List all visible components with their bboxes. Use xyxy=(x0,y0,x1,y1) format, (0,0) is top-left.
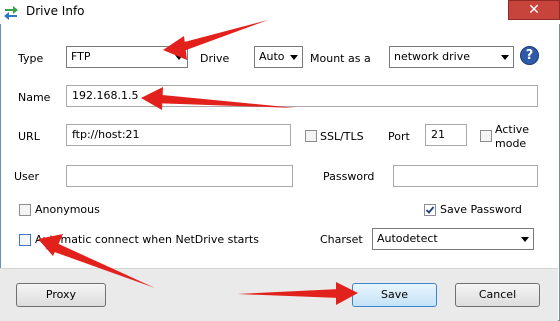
password-label: Password xyxy=(323,170,375,183)
mount-as-select-value: network drive xyxy=(394,50,471,63)
url-field[interactable]: ftp://host:21 xyxy=(66,124,291,146)
password-field[interactable] xyxy=(393,165,538,187)
help-icon[interactable]: ? xyxy=(520,46,539,65)
name-field[interactable]: 192.168.1.5 xyxy=(66,85,538,107)
user-label: User xyxy=(14,170,40,183)
window-title: Drive Info xyxy=(26,4,85,18)
type-select[interactable]: FTP xyxy=(66,46,188,68)
charset-label: Charset xyxy=(320,233,363,246)
mount-as-label: Mount as a xyxy=(310,52,371,65)
name-label: Name xyxy=(18,91,51,104)
drive-label: Drive xyxy=(200,52,230,65)
cancel-button[interactable]: Cancel xyxy=(455,283,540,307)
type-select-value: FTP xyxy=(71,50,91,63)
chevron-down-icon xyxy=(290,55,298,60)
save-password-checkbox[interactable] xyxy=(424,204,436,216)
port-label: Port xyxy=(388,130,410,143)
url-label: URL xyxy=(18,130,40,143)
ssl-tls-checkbox[interactable] xyxy=(305,130,317,142)
drive-select-value: Auto xyxy=(259,50,285,63)
auto-connect-label: Automatic connect when NetDrive starts xyxy=(35,233,259,246)
drive-select[interactable]: Auto xyxy=(254,46,303,68)
chevron-down-icon xyxy=(521,237,529,242)
title-bar: Drive Info ✕ xyxy=(0,0,560,24)
close-button[interactable]: ✕ xyxy=(508,0,560,20)
active-mode-label-line2: mode xyxy=(495,137,527,150)
chevron-down-icon xyxy=(175,55,183,60)
anonymous-label: Anonymous xyxy=(35,203,100,216)
charset-select[interactable]: Autodetect xyxy=(372,228,534,250)
chevron-down-icon xyxy=(501,55,509,60)
auto-connect-checkbox[interactable] xyxy=(19,234,31,246)
active-mode-label-line1: Active xyxy=(495,123,530,136)
checkmark-icon xyxy=(425,206,435,214)
ssl-tls-label: SSL/TLS xyxy=(320,130,364,143)
netdrive-arrows-icon xyxy=(4,6,18,20)
type-label: Type xyxy=(18,52,44,65)
dialog-footer: Proxy Save Cancel xyxy=(0,268,558,321)
save-button[interactable]: Save xyxy=(352,283,437,307)
anonymous-checkbox[interactable] xyxy=(19,204,31,216)
proxy-button[interactable]: Proxy xyxy=(16,283,106,307)
charset-select-value: Autodetect xyxy=(377,232,438,245)
port-field[interactable]: 21 xyxy=(425,124,467,146)
save-password-label: Save Password xyxy=(440,203,522,216)
mount-as-select[interactable]: network drive xyxy=(389,46,514,68)
user-field[interactable] xyxy=(66,165,293,187)
active-mode-checkbox[interactable] xyxy=(480,130,492,142)
